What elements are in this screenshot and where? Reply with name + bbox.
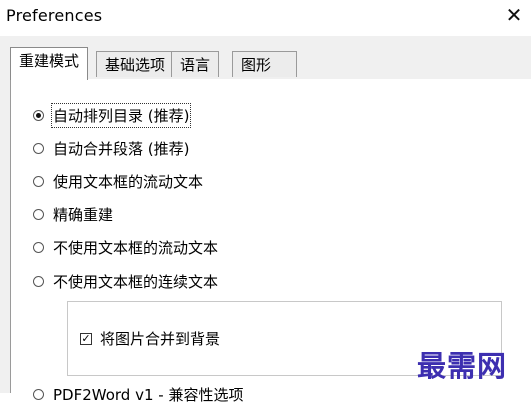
- radio-label: 精确重建: [53, 205, 114, 224]
- title-bar: Preferences ✕: [0, 0, 531, 36]
- radio-button[interactable]: [33, 142, 44, 154]
- tab-rebuild-mode[interactable]: 重建模式: [10, 47, 89, 80]
- tab-language[interactable]: 语言: [171, 51, 220, 77]
- window-title: Preferences: [6, 6, 103, 25]
- radio-button[interactable]: [33, 241, 44, 253]
- radio-flowing-text-without-textbox[interactable]: 不使用文本框的流动文本: [33, 236, 218, 258]
- radio-auto-arrange-toc[interactable]: 自动排列目录 (推荐): [33, 102, 192, 128]
- tab-basic-options[interactable]: 基础选项: [96, 51, 175, 77]
- checkbox[interactable]: ✓: [80, 332, 92, 345]
- radio-button[interactable]: [33, 208, 44, 220]
- radio-label: 不使用文本框的流动文本: [53, 238, 219, 257]
- radio-button[interactable]: [33, 275, 44, 287]
- radio-label: PDF2Word v1 - 兼容性选项: [53, 385, 244, 404]
- watermark-logo: 最需网: [417, 349, 508, 383]
- tab-bar: 重建模式 基础选项 语言 图形: [10, 47, 530, 80]
- radio-button[interactable]: [33, 388, 44, 400]
- radio-continuous-text-without-textbox[interactable]: 不使用文本框的连续文本: [33, 270, 218, 292]
- radio-pdf2word-v1-compat[interactable]: PDF2Word v1 - 兼容性选项: [33, 383, 243, 405]
- checkbox-merge-images-to-background[interactable]: ✓ 将图片合并到背景: [80, 328, 220, 349]
- close-icon[interactable]: ✕: [503, 4, 525, 26]
- radio-auto-merge-paragraphs[interactable]: 自动合并段落 (推荐): [33, 137, 189, 159]
- checkbox-label: 将图片合并到背景: [100, 330, 221, 348]
- radio-button[interactable]: [33, 175, 44, 187]
- radio-exact-rebuild[interactable]: 精确重建: [33, 203, 113, 225]
- radio-label: 自动合并段落 (推荐): [53, 139, 190, 158]
- radio-flowing-text-with-textbox[interactable]: 使用文本框的流动文本: [33, 170, 203, 192]
- radio-label: 不使用文本框的连续文本: [53, 272, 219, 291]
- tab-graphics[interactable]: 图形: [232, 51, 297, 77]
- radio-button[interactable]: [33, 109, 44, 121]
- radio-label: 自动排列目录 (推荐): [50, 102, 192, 128]
- dialog-content: 重建模式 基础选项 语言 图形 自动排列目录 (推荐) 自动合并段落 (推荐) …: [0, 36, 531, 404]
- radio-label: 使用文本框的流动文本: [53, 172, 204, 191]
